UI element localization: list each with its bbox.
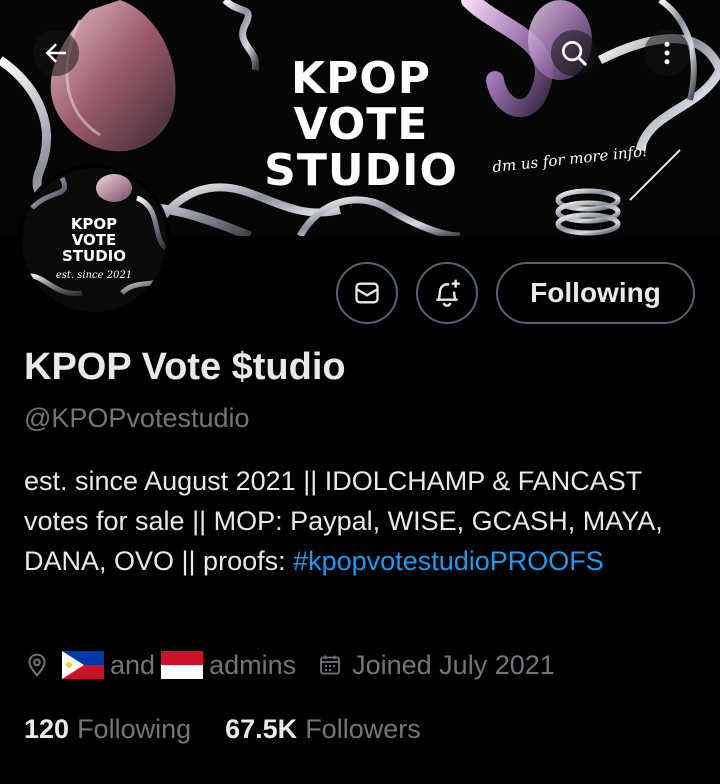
bell-plus-icon (436, 279, 460, 307)
bio-hashtag-link[interactable]: #kpopvotestudioPROOFS (293, 546, 604, 576)
indonesia-flag (161, 651, 204, 679)
envelope-icon (355, 282, 379, 304)
profile-bio: est. since August 2021 || IDOLCHAMP & FA… (24, 461, 704, 581)
location-pin-icon (24, 652, 50, 678)
banner-title-line: VOTE (293, 99, 429, 150)
back-button[interactable] (33, 30, 79, 76)
message-button[interactable] (336, 262, 398, 324)
profile-avatar[interactable]: KPOP VOTE STUDIO est. since 2021 (18, 164, 170, 316)
following-count-link[interactable]: 120 Following (24, 714, 191, 745)
following-count: 120 (24, 713, 70, 744)
avatar-title-line: STUDIO (62, 247, 126, 265)
profile-stats: 120 Following 67.5K Followers (24, 709, 421, 749)
following-label: Following (77, 713, 192, 744)
avatar-title-line: KPOP (70, 215, 118, 233)
joined-date: Joined July 2021 (352, 649, 555, 680)
avatar-subtitle: est. since 2021 (55, 270, 133, 281)
followers-count-link[interactable]: 67.5K Followers (225, 714, 421, 745)
profile-handle: @KPOPvotestudio (24, 403, 250, 433)
arrow-left-icon (45, 43, 66, 63)
banner-title: KPOP VOTE STUDIO (256, 56, 466, 194)
avatar-title: KPOP VOTE STUDIO (22, 216, 166, 264)
following-button[interactable]: Following (496, 262, 695, 324)
followers-count: 67.5K (225, 713, 298, 744)
location-suffix: admins (209, 649, 297, 680)
profile-name: KPOP Vote $tudio (24, 346, 346, 388)
notifications-button[interactable] (416, 262, 478, 324)
more-options-button[interactable] (644, 30, 690, 76)
banner-title-line: STUDIO (264, 145, 458, 196)
search-icon (562, 41, 587, 66)
banner-title-line: KPOP (291, 53, 431, 104)
avatar-title-line: VOTE (71, 231, 117, 249)
profile-meta: and admins Joined July 2021 (24, 645, 555, 685)
philippines-flag (62, 651, 104, 679)
search-button[interactable] (551, 30, 597, 76)
followers-label: Followers (305, 713, 421, 744)
more-vertical-icon (664, 41, 670, 65)
location-and-text: and (110, 649, 156, 680)
calendar-icon (318, 653, 342, 677)
